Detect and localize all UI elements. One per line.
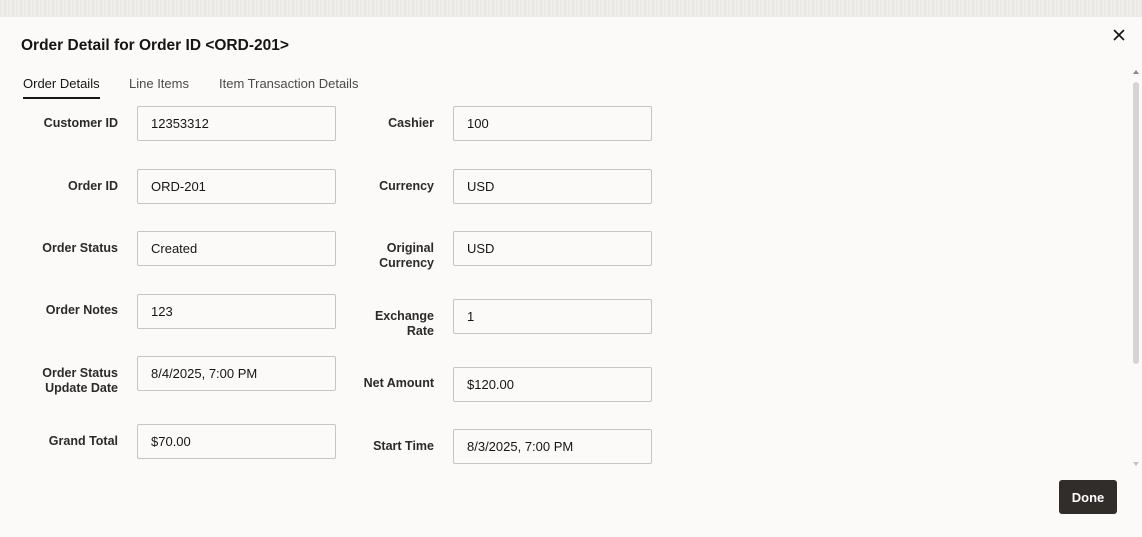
label-line: Original bbox=[386, 241, 434, 255]
order-id-label: Order ID bbox=[67, 179, 118, 193]
net-amount-label: Net Amount bbox=[363, 376, 434, 390]
scrollbar-thumb[interactable] bbox=[1133, 82, 1139, 364]
cashier-label: Cashier bbox=[388, 116, 434, 130]
original-currency-field[interactable]: USD bbox=[453, 231, 652, 266]
customer-id-label: Customer ID bbox=[43, 116, 118, 130]
dialog-title: Order Detail for Order ID <ORD-201> bbox=[21, 37, 289, 54]
start-time-field[interactable]: 8/3/2025, 7:00 PM bbox=[453, 429, 652, 464]
label-line: Exchange bbox=[374, 309, 434, 323]
order-status-update-date-field[interactable]: 8/4/2025, 7:00 PM bbox=[137, 356, 336, 391]
close-icon bbox=[1113, 29, 1125, 41]
order-notes-field[interactable]: 123 bbox=[137, 294, 336, 329]
currency-field[interactable]: USD bbox=[453, 169, 652, 204]
label-line: Currency bbox=[379, 256, 434, 270]
order-status-field[interactable]: Created bbox=[137, 231, 336, 266]
scroll-up-arrow-icon[interactable] bbox=[1133, 70, 1139, 74]
order-detail-dialog: Order Detail for Order ID <ORD-201> Orde… bbox=[0, 0, 1142, 537]
exchange-rate-field[interactable]: 1 bbox=[453, 299, 652, 334]
exchange-rate-label: Exchange Rate bbox=[375, 309, 434, 339]
label-line: Rate bbox=[406, 324, 434, 338]
scroll-down-arrow-icon[interactable] bbox=[1133, 462, 1139, 466]
order-notes-label: Order Notes bbox=[45, 303, 118, 317]
grand-total-label: Grand Total bbox=[48, 434, 118, 448]
label-line: Order Status bbox=[42, 366, 118, 380]
label-line: Update Date bbox=[45, 381, 118, 395]
tab-label: Item Transaction Details bbox=[219, 76, 359, 91]
customer-id-field[interactable]: 12353312 bbox=[137, 106, 336, 141]
currency-label: Currency bbox=[379, 179, 434, 193]
active-tab-indicator bbox=[23, 97, 100, 99]
header-texture bbox=[0, 0, 1142, 17]
done-button[interactable]: Done bbox=[1059, 480, 1117, 514]
tab-order-details[interactable]: Order Details bbox=[23, 76, 100, 99]
order-id-field[interactable]: ORD-201 bbox=[137, 169, 336, 204]
tab-label: Line Items bbox=[129, 76, 189, 91]
start-time-label: Start Time bbox=[373, 439, 434, 453]
tab-label: Order Details bbox=[23, 76, 100, 91]
net-amount-field[interactable]: $120.00 bbox=[453, 367, 652, 402]
order-status-update-date-label: Order Status Update Date bbox=[42, 366, 118, 396]
cashier-field[interactable]: 100 bbox=[453, 106, 652, 141]
order-status-label: Order Status bbox=[42, 241, 118, 255]
grand-total-field[interactable]: $70.00 bbox=[137, 424, 336, 459]
close-button[interactable] bbox=[1109, 25, 1129, 45]
tab-item-transaction-details[interactable]: Item Transaction Details bbox=[219, 76, 358, 99]
vertical-scrollbar[interactable] bbox=[1132, 68, 1141, 468]
tab-line-items[interactable]: Line Items bbox=[129, 76, 189, 99]
original-currency-label: Original Currency bbox=[379, 241, 434, 271]
